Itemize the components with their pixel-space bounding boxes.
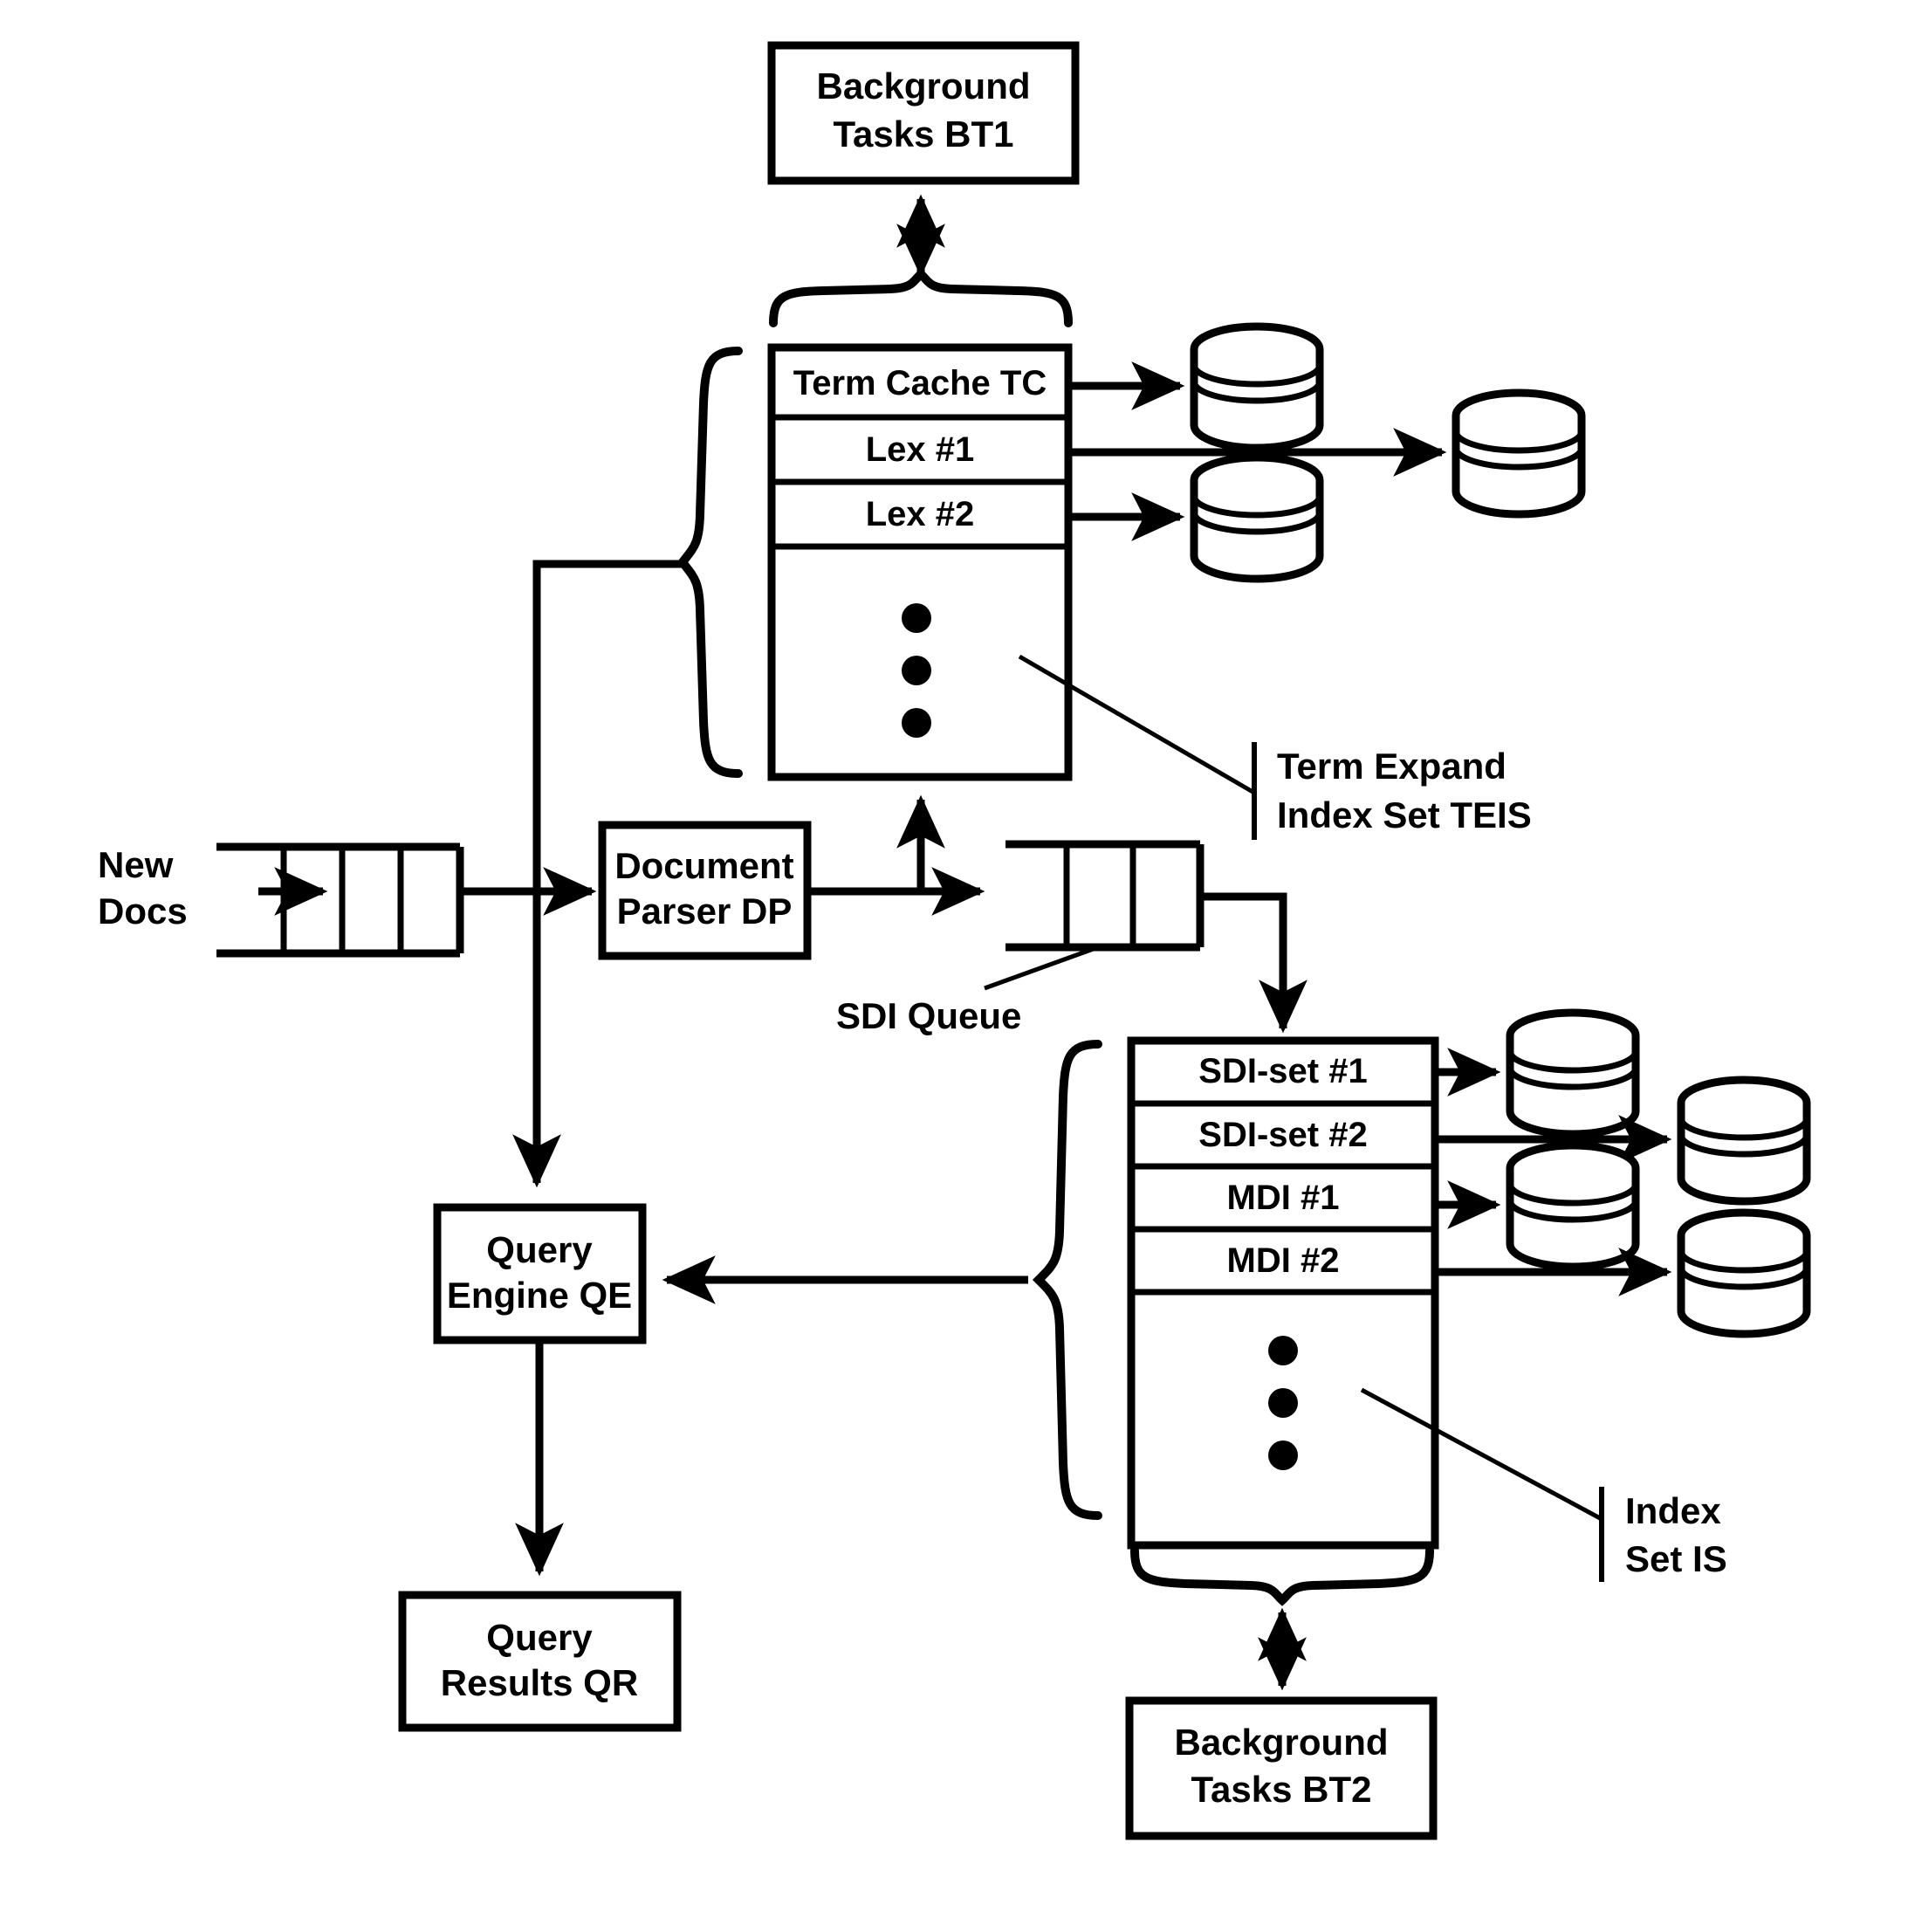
sdi-index-set-arrow xyxy=(1200,892,1307,1034)
background-tasks-bt2-label-line1: Background xyxy=(1174,1722,1388,1763)
teis-vertical-ellipsis-icon xyxy=(902,603,931,738)
query-engine-box xyxy=(433,1203,647,1344)
teis-row-label-0: Term Cache TC xyxy=(793,364,1047,402)
index-set-bottom-brace xyxy=(1130,1546,1434,1606)
node-query-engine[interactable]: Query Engine QE xyxy=(433,1203,647,1344)
index-set-row-label-0: SDI-set #1 xyxy=(1198,1052,1367,1090)
teis-top-brace xyxy=(769,268,1073,327)
query-engine-label-line2: Engine QE xyxy=(447,1275,632,1316)
database-mdi1[interactable] xyxy=(1506,1141,1640,1271)
diagram-canvas: Background Tasks BT1 Term Cache TC Lex #… xyxy=(0,0,1908,1932)
node-background-tasks-bt2[interactable]: Background Tasks BT2 xyxy=(1125,1696,1438,1840)
teis-row-label-2: Lex #2 xyxy=(866,495,975,533)
index-set-row-label-2: MDI #1 xyxy=(1227,1179,1340,1217)
database-sdiset1[interactable] xyxy=(1506,1008,1640,1138)
index-set-row-label-3: MDI #2 xyxy=(1227,1241,1340,1280)
node-document-parser[interactable]: Document Parser DP xyxy=(598,821,812,960)
query-results-label-line1: Query xyxy=(486,1617,593,1658)
connector-parser-to-sdi-and-teis xyxy=(807,794,985,916)
teis-row-label-1: Lex #1 xyxy=(866,430,975,469)
index-set-container[interactable]: SDI-set #1 SDI-set #2 MDI #1 MDI #2 xyxy=(1127,1036,1439,1550)
database-lex1[interactable] xyxy=(1452,388,1586,519)
background-tasks-bt2-label-line2: Tasks BT2 xyxy=(1191,1769,1372,1810)
sdi-queue-frame xyxy=(1005,840,1205,952)
new-docs-source: New Docs xyxy=(98,844,328,932)
teis-left-brace xyxy=(676,347,743,778)
brace-bottom-icon xyxy=(1130,1546,1434,1606)
database-mdi2[interactable] xyxy=(1677,1208,1811,1338)
database-lex2[interactable] xyxy=(1190,453,1324,583)
query-results-box xyxy=(398,1591,682,1732)
database-term-cache[interactable] xyxy=(1190,322,1324,452)
document-parser-label-line1: Document xyxy=(614,845,793,886)
database-sdiset2[interactable] xyxy=(1677,1076,1811,1206)
teis-container[interactable]: Term Cache TC Lex #1 Lex #2 xyxy=(767,343,1073,781)
sdi-queue-label: SDI Queue xyxy=(836,995,1021,1036)
node-query-results[interactable]: Query Results QR xyxy=(398,1591,682,1732)
brace-left-teis-icon xyxy=(676,347,743,778)
teis-label-line2: Index Set TEIS xyxy=(1277,794,1532,835)
sdi-queue[interactable] xyxy=(1005,840,1205,952)
input-queue-frame xyxy=(216,842,464,958)
brace-left-index-set-icon xyxy=(1032,1040,1102,1520)
index-set-row-label-1: SDI-set #2 xyxy=(1198,1116,1367,1154)
connector-sdi-to-index-set xyxy=(1200,892,1307,1034)
teis-callout-label: Term Expand Index Set TEIS xyxy=(1018,654,1532,840)
query-engine-label-line1: Query xyxy=(486,1229,593,1270)
sdi-queue-callout: SDI Queue xyxy=(836,945,1099,1036)
new-docs-label-line2: Docs xyxy=(98,890,188,932)
teis-label-line1: Term Expand xyxy=(1277,746,1506,787)
input-queue[interactable] xyxy=(216,842,464,958)
brace-top-icon xyxy=(769,268,1073,327)
sdi-queue-leader-line xyxy=(984,945,1099,991)
node-background-tasks-bt1[interactable]: Background Tasks BT1 xyxy=(767,41,1080,185)
index-set-left-brace xyxy=(1032,1040,1102,1520)
background-tasks-bt1-label-line2: Tasks BT1 xyxy=(834,113,1014,155)
index-set-label-line1: Index xyxy=(1625,1490,1721,1531)
architecture-diagram-svg: Background Tasks BT1 Term Cache TC Lex #… xyxy=(98,41,1811,1840)
index-set-label-line2: Set IS xyxy=(1625,1538,1727,1579)
document-parser-label-line2: Parser DP xyxy=(617,890,793,932)
background-tasks-bt1-label-line1: Background xyxy=(816,65,1030,107)
index-set-vertical-ellipsis-icon xyxy=(1268,1336,1298,1470)
new-docs-label-line1: New xyxy=(98,844,174,885)
query-results-label-line2: Results QR xyxy=(441,1662,638,1703)
